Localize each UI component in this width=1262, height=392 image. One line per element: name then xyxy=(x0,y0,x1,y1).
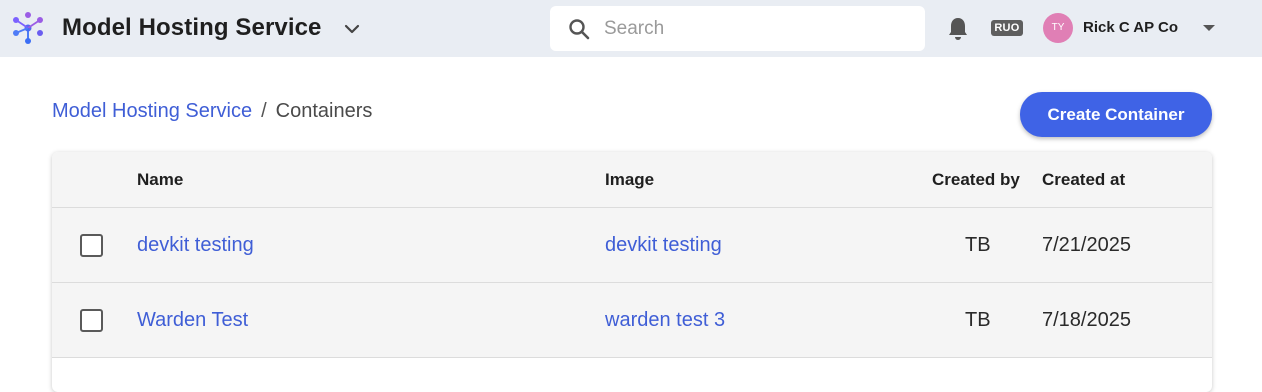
breadcrumb-current: Containers xyxy=(275,100,373,122)
avatar[interactable]: TY xyxy=(1043,13,1073,43)
created-at-cell: 7/18/2025 xyxy=(1042,309,1131,331)
ruo-badge: RUO xyxy=(991,20,1023,36)
create-container-button[interactable]: Create Container xyxy=(1020,92,1212,137)
container-name-link[interactable]: Warden Test xyxy=(137,309,248,332)
created-at-cell: 7/21/2025 xyxy=(1042,234,1131,256)
search-icon xyxy=(569,19,590,40)
column-header-name[interactable]: Name xyxy=(137,170,183,190)
breadcrumb-separator: / xyxy=(261,100,267,122)
row-checkbox[interactable] xyxy=(80,309,103,332)
column-header-created-by[interactable]: Created by xyxy=(932,170,1020,190)
column-header-image[interactable]: Image xyxy=(605,170,654,190)
search-box[interactable] xyxy=(550,6,925,51)
table-row[interactable]: Warden Test warden test 3 TB 7/18/2025 xyxy=(52,283,1212,358)
breadcrumb: Model Hosting Service / Containers xyxy=(52,100,372,123)
app-title[interactable]: Model Hosting Service xyxy=(62,14,322,42)
app-logo-icon[interactable] xyxy=(10,11,46,47)
search-input[interactable] xyxy=(604,6,904,51)
breadcrumb-link-model-hosting[interactable]: Model Hosting Service xyxy=(52,100,252,122)
user-name[interactable]: Rick C AP Co xyxy=(1083,19,1178,36)
created-by-cell: TB xyxy=(965,309,991,331)
chevron-down-icon[interactable] xyxy=(342,19,362,39)
caret-down-icon[interactable] xyxy=(1200,22,1218,34)
image-link[interactable]: devkit testing xyxy=(605,234,722,257)
container-name-link[interactable]: devkit testing xyxy=(137,234,254,257)
column-header-created-at[interactable]: Created at xyxy=(1042,170,1125,190)
row-checkbox[interactable] xyxy=(80,234,103,257)
top-bar: Model Hosting Service RUO TY Rick C AP C… xyxy=(0,0,1262,57)
table-header: Name Image Created by Created at xyxy=(52,152,1212,208)
containers-table: Name Image Created by Created at devkit … xyxy=(52,152,1212,392)
table-row[interactable]: devkit testing devkit testing TB 7/21/20… xyxy=(52,208,1212,283)
image-link[interactable]: warden test 3 xyxy=(605,309,725,332)
created-by-cell: TB xyxy=(965,234,991,256)
notification-bell-icon[interactable] xyxy=(946,16,970,42)
